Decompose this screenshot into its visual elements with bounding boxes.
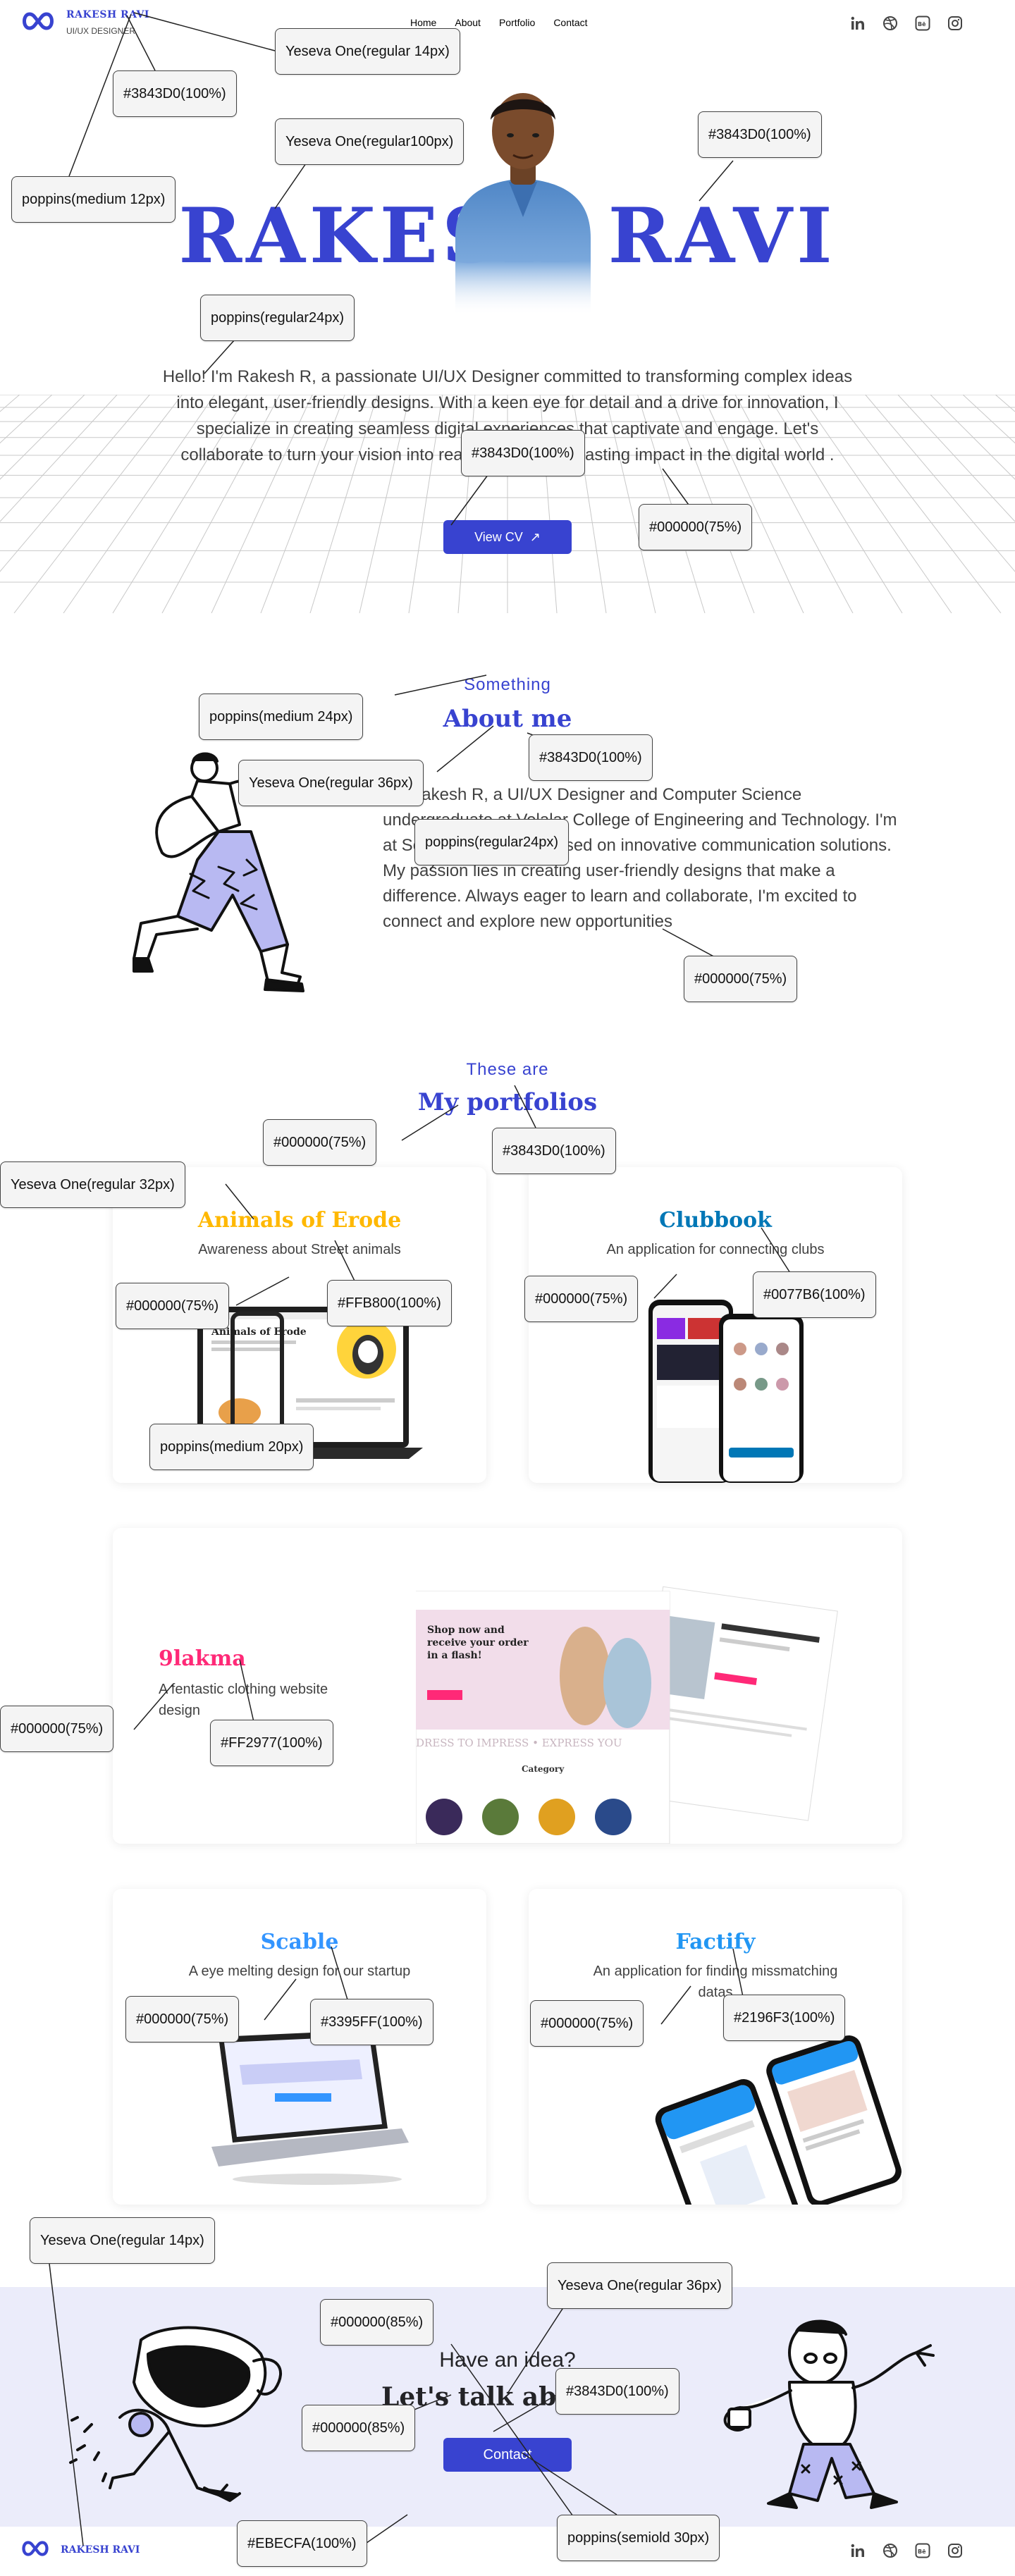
project-card-scable[interactable]: Scable A eye melting design for our star… [113,1889,486,2205]
annotation-label: #000000(75%) [125,1996,240,2042]
annotation-label: poppins(medium 24px) [199,694,364,740]
dribbble-icon[interactable] [882,2543,898,2558]
project-title: Clubbook [659,1208,772,1233]
linkedin-icon[interactable] [850,16,866,31]
project-card-9lakma[interactable]: 9lakma A fentastic clothing website desi… [113,1528,902,1844]
annotation-label: #3843D0(100%) [113,70,237,117]
nav-about[interactable]: About [455,17,481,28]
annotation-label: #FF2977(100%) [210,1720,333,1766]
annotation-label: #3843D0(100%) [492,1128,616,1174]
footer-brand-name[interactable]: RAKESH RAVI [61,2544,140,2556]
linkedin-icon[interactable] [850,2543,866,2558]
annotation-label: #000000(85%) [302,2405,416,2451]
project-desc: A eye melting design for our startup [188,1964,411,1979]
laptop-mockup [211,2030,409,2185]
annotation-label: poppins(semiold 30px) [557,2515,720,2561]
contact-button[interactable]: Contact [443,2438,572,2472]
phones-mockup [655,2035,902,2205]
annotation-label: poppins(regular24px) [200,295,355,341]
annotation-label: #3843D0(100%) [698,111,822,158]
falling-cup-illustration [69,2326,283,2502]
view-cv-label: View CV [474,529,523,544]
annotation-label: #3843D0(100%) [461,430,585,476]
project-card-clubbook[interactable]: Clubbook An application for connecting c… [529,1167,902,1483]
portfolio-title: My portfolios [417,1088,598,1116]
annotation-label: poppins(medium 12px) [11,176,176,223]
project-title: Animals of Erode [197,1208,402,1233]
project-desc: An application for connecting clubs [606,1242,825,1257]
svg-text:Bē: Bē [918,21,926,27]
header-social: Bē [850,16,963,31]
annotation-label: Yeseva One(regular 14px) [275,28,460,75]
annotation-label: Yeseva One(regular 36px) [238,760,424,806]
annotation-label: #000000(75%) [639,504,753,550]
annotation-label: #3843D0(100%) [529,734,653,781]
project-desc: A fentastic clothing website design [159,1682,328,1718]
project-card-factify[interactable]: Factify An application for finding missm… [529,1889,902,2205]
about-kicker: Something [464,675,551,694]
project-title: Factify [675,1930,756,1954]
annotation-label: #FFB800(100%) [327,1280,452,1326]
project-title: 9lakma [159,1646,246,1671]
svg-text:Bē: Bē [918,2549,926,2555]
nav-contact[interactable]: Contact [553,17,587,28]
annotation-label: #000000(75%) [524,1276,639,1322]
annotation-label: #000000(85%) [320,2299,434,2346]
annotation-label: #000000(75%) [684,956,798,1002]
nav-portfolio[interactable]: Portfolio [499,17,535,28]
project-desc: Awareness about Street animals [198,1242,401,1257]
annotation-label: #000000(75%) [116,1283,230,1329]
mock-category: Category [522,1764,565,1774]
annotation-label: Yeseva One(regular 14px) [30,2217,215,2264]
behance-icon[interactable]: Bē [915,16,930,31]
annotation-label: #0077B6(100%) [753,1271,876,1318]
annotation-label: #2196F3(100%) [723,1995,846,2041]
mock-headline: Shop now and receive your order in a fla… [427,1625,529,1661]
logo-icon[interactable] [20,10,56,32]
arrow-up-right-icon: ↗ [529,529,541,544]
brand-name[interactable]: RAKESH RAVI [66,9,149,20]
annotation-label: Yeseva One(regular 32px) [0,1161,185,1208]
footer-social: Bē [850,2543,963,2558]
dancing-character-illustration [723,2319,935,2509]
annotation-label: Yeseva One(regular100px) [275,118,465,165]
instagram-icon[interactable] [947,2543,963,2558]
phones-mockup [648,1300,804,1483]
behance-icon[interactable]: Bē [915,2543,930,2558]
footer-logo-icon[interactable] [20,2539,51,2558]
annotation-label: #000000(75%) [0,1706,114,1752]
project-title: Scable [260,1930,339,1954]
main-nav: Home About Portfolio Contact [410,17,588,28]
annotation-label: poppins(regular24px) [414,819,570,865]
nav-home[interactable]: Home [410,17,436,28]
brand-role: UI/UX DESIGNER [66,26,136,36]
annotation-label: Yeseva One(regular 36px) [547,2262,732,2309]
annotation-label: poppins(medium 20px) [149,1424,314,1470]
annotation-label: #000000(75%) [263,1119,377,1166]
profile-portrait [455,93,591,316]
instagram-icon[interactable] [947,16,963,31]
view-cv-button[interactable]: View CV ↗ [443,520,572,554]
about-title: About me [443,705,572,733]
annotation-label: #EBECFA(100%) [237,2520,367,2567]
mock-marquee: DRESS TO IMPRESS • EXPRESS YOU [416,1737,622,1749]
annotation-label: #3843D0(100%) [555,2368,679,2415]
portfolio-kicker: These are [466,1060,549,1079]
annotation-label: #000000(75%) [530,2000,644,2047]
dribbble-icon[interactable] [882,16,898,31]
project-desc: An application for finding missmatching … [593,1964,838,2000]
website-mockup: Shop now and receive your order in a fla… [416,1586,838,1844]
annotation-label: #3395FF(100%) [310,1999,433,2045]
